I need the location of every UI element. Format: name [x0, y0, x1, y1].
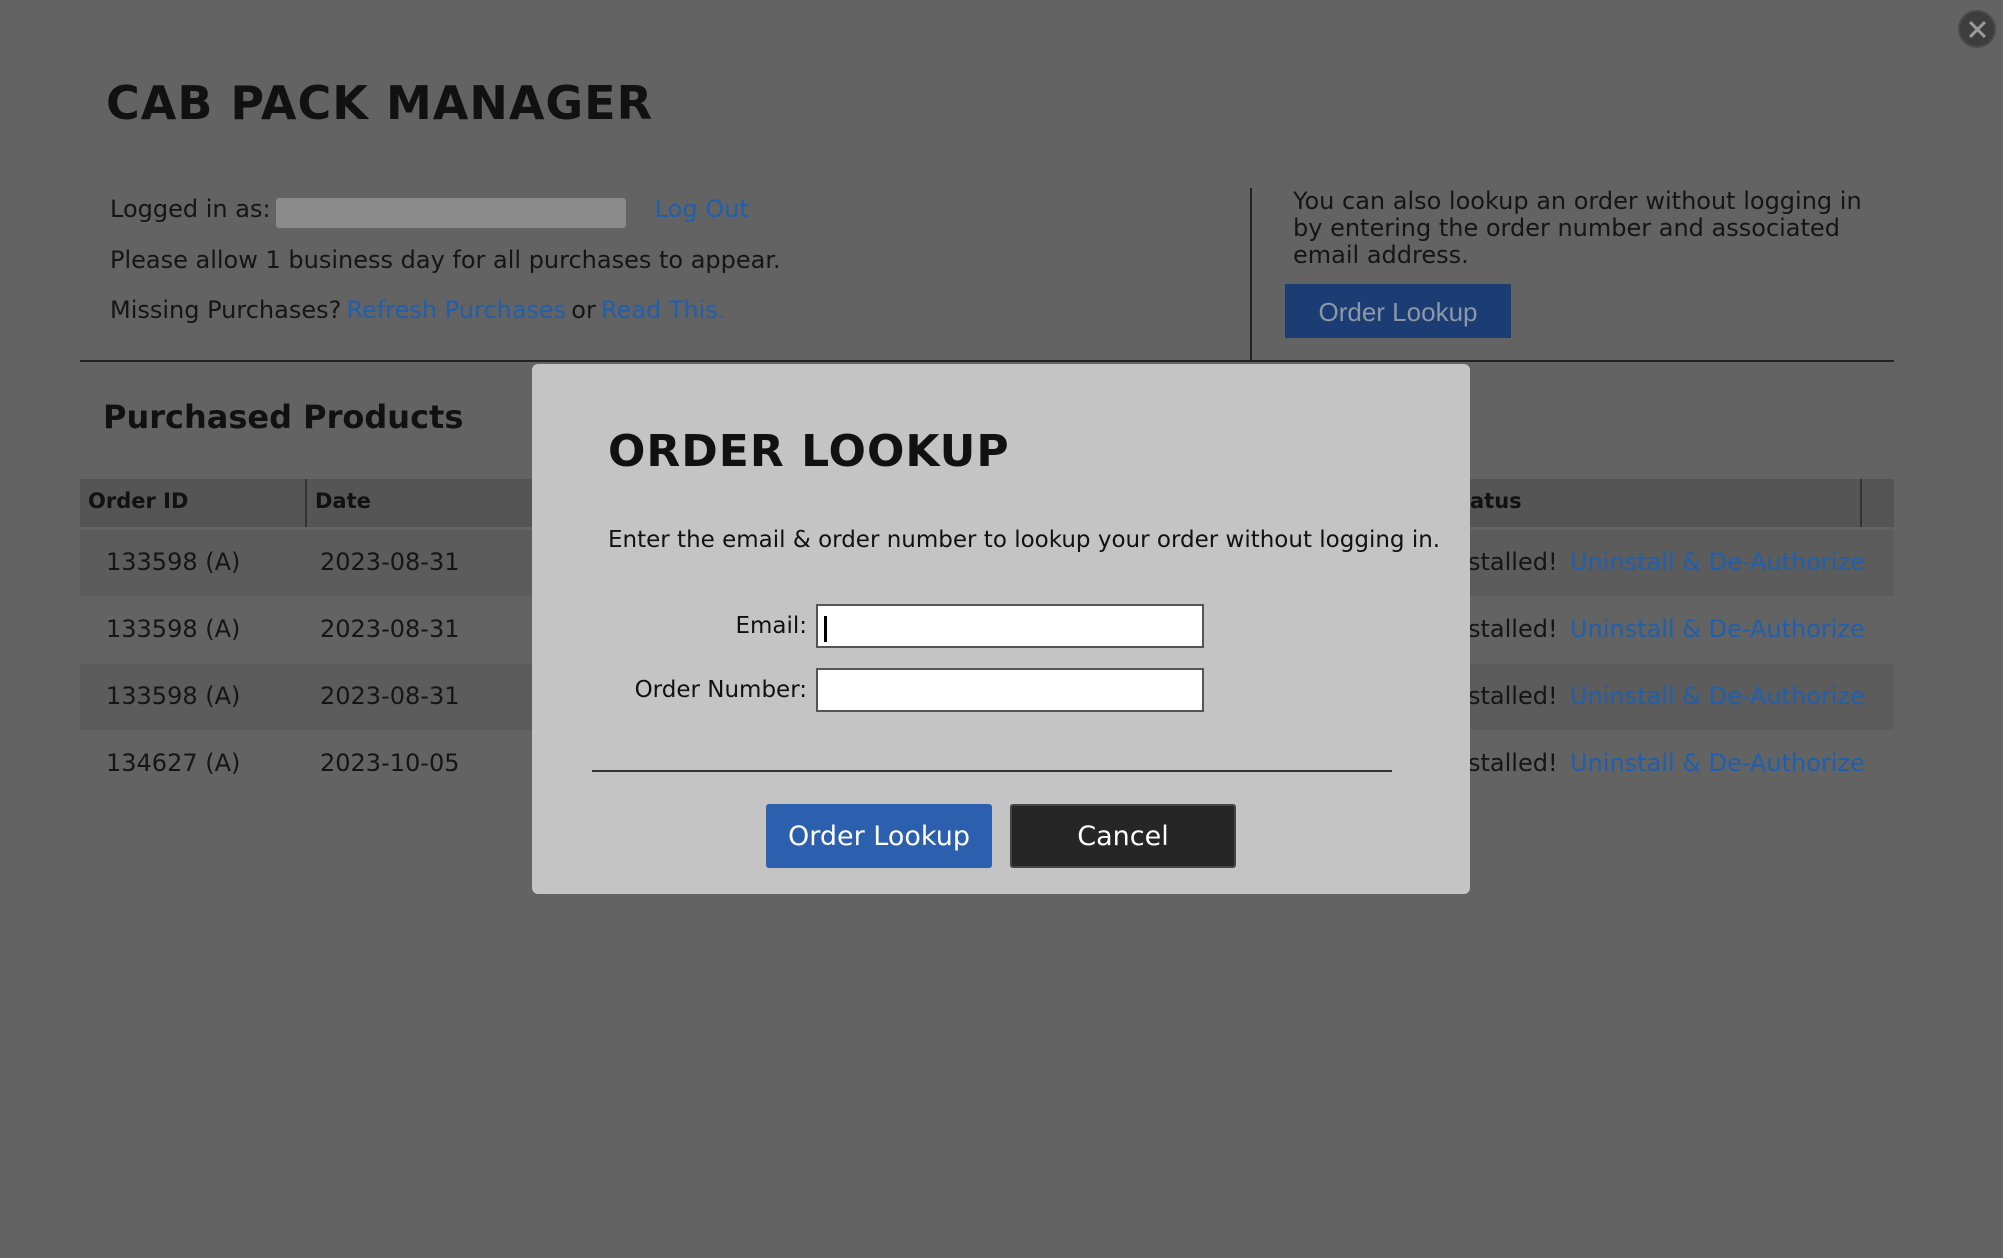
- horizontal-divider: [80, 360, 1894, 362]
- account-line: Logged in as: Log Out: [110, 195, 749, 228]
- status-cell: stalled!: [1468, 548, 1558, 576]
- dialog-title: ORDER LOOKUP: [608, 426, 1010, 477]
- purchase-notice: Please allow 1 business day for all purc…: [110, 246, 781, 274]
- page-title: CAB PACK MANAGER: [106, 76, 654, 130]
- uninstall-link[interactable]: Uninstall & De-Authorize: [1570, 682, 1865, 710]
- order-id-cell: 133598 (A): [106, 615, 241, 643]
- status-cell: stalled!: [1468, 749, 1558, 777]
- col-separator: [1860, 479, 1862, 527]
- date-cell: 2023-10-05: [320, 749, 460, 777]
- refresh-purchases-link[interactable]: Refresh Purchases: [346, 296, 566, 324]
- text-caret: [824, 616, 827, 642]
- order-number-label: Order Number:: [634, 677, 807, 703]
- logout-link[interactable]: Log Out: [655, 195, 749, 223]
- date-cell: 2023-08-31: [320, 682, 460, 710]
- vertical-divider: [1250, 188, 1252, 360]
- close-icon[interactable]: [1958, 10, 1996, 48]
- status-cell: stalled!: [1468, 682, 1558, 710]
- uninstall-link[interactable]: Uninstall & De-Authorize: [1570, 615, 1865, 643]
- section-title: Purchased Products: [103, 398, 464, 436]
- read-this-link[interactable]: Read This.: [601, 296, 726, 324]
- email-field[interactable]: [816, 604, 1204, 648]
- or-label: or: [571, 296, 596, 324]
- order-lookup-dialog: ORDER LOOKUP Enter the email & order num…: [532, 364, 1470, 894]
- order-id-cell: 133598 (A): [106, 682, 241, 710]
- date-cell: 2023-08-31: [320, 548, 460, 576]
- date-cell: 2023-08-31: [320, 615, 460, 643]
- side-order-lookup-button[interactable]: Order Lookup: [1285, 284, 1511, 338]
- col-status: atus: [1470, 489, 1522, 513]
- missing-purchases-line: Missing Purchases? Refresh Purchases or …: [110, 296, 726, 324]
- order-id-cell: 133598 (A): [106, 548, 241, 576]
- status-cell: stalled!: [1468, 615, 1558, 643]
- order-number-field[interactable]: [816, 668, 1204, 712]
- uninstall-link[interactable]: Uninstall & De-Authorize: [1570, 548, 1865, 576]
- col-order-id: Order ID: [88, 489, 189, 513]
- order-id-cell: 134627 (A): [106, 749, 241, 777]
- dialog-description: Enter the email & order number to lookup…: [608, 527, 1441, 553]
- masked-username: [275, 197, 626, 228]
- col-date: Date: [315, 489, 371, 513]
- side-info-text: You can also lookup an order without log…: [1293, 187, 1862, 269]
- col-separator: [305, 479, 307, 527]
- dialog-divider: [592, 770, 1392, 772]
- uninstall-link[interactable]: Uninstall & De-Authorize: [1570, 749, 1865, 777]
- logged-in-label: Logged in as:: [110, 195, 271, 223]
- email-label: Email:: [735, 613, 807, 639]
- order-lookup-submit-button[interactable]: Order Lookup: [766, 804, 992, 868]
- missing-label: Missing Purchases?: [110, 296, 342, 324]
- cancel-button[interactable]: Cancel: [1010, 804, 1236, 868]
